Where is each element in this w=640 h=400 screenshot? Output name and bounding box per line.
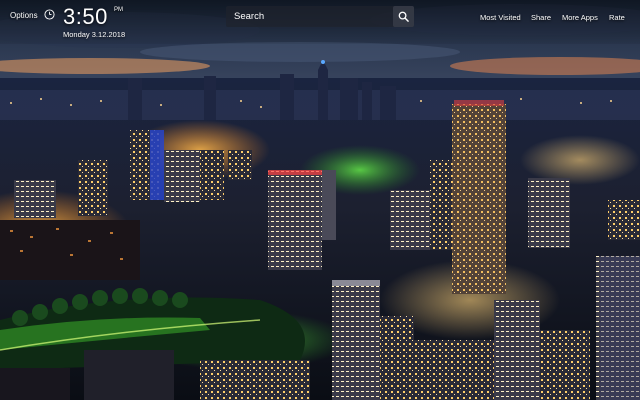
- nav-share[interactable]: Share: [531, 13, 551, 22]
- nav-most-visited[interactable]: Most Visited: [480, 13, 521, 22]
- clock-time: 3:50: [63, 4, 108, 29]
- new-tab-page: Options 3:50 PM Monday 3.12.2018 Most Vi…: [0, 0, 640, 400]
- nav-rate[interactable]: Rate: [609, 13, 625, 22]
- clock-icon[interactable]: [44, 9, 55, 20]
- search-input[interactable]: [234, 6, 384, 27]
- options-button[interactable]: Options: [10, 11, 38, 20]
- search-icon: [398, 11, 409, 22]
- city-night-wallpaper: [0, 0, 640, 400]
- search-box: [226, 6, 414, 27]
- nav-more-apps[interactable]: More Apps: [562, 13, 598, 22]
- search-button[interactable]: [393, 6, 414, 27]
- clock-date: Monday 3.12.2018: [63, 30, 126, 39]
- clock-ampm: PM: [114, 7, 123, 13]
